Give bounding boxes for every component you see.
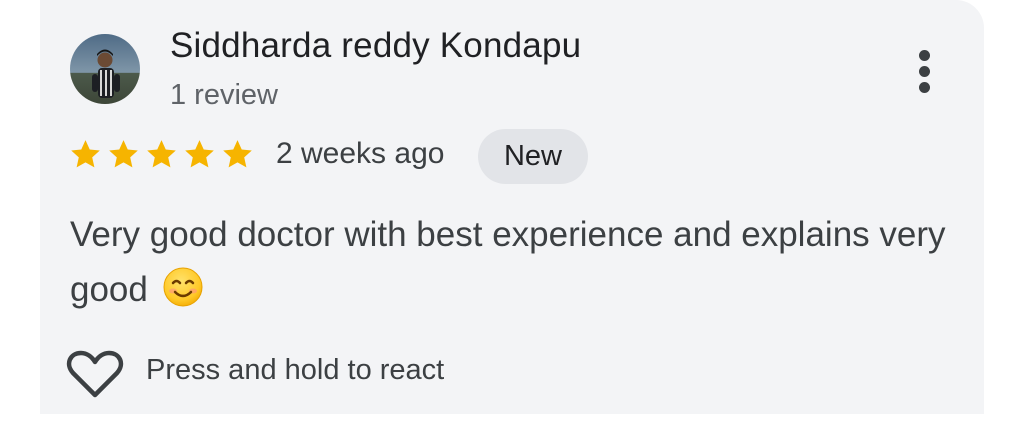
review-text: Very good doctor with best experience an… xyxy=(70,207,960,324)
more-vert-icon-dot-middle xyxy=(919,66,930,77)
star-icon xyxy=(185,140,214,168)
avatar-photo xyxy=(70,34,140,104)
reviewer-avatar[interactable] xyxy=(70,34,140,104)
react-hint: Press and hold to react xyxy=(146,354,445,386)
reviewer-review-count: 1 review xyxy=(170,79,278,111)
more-options-button[interactable] xyxy=(905,46,945,96)
more-vert-icon-dot-bottom xyxy=(919,82,930,93)
star-icon xyxy=(147,140,176,168)
smiling-face-icon xyxy=(162,266,204,324)
rating-stars xyxy=(68,136,255,176)
new-badge: New xyxy=(478,129,588,184)
heart-outline-icon[interactable] xyxy=(66,350,124,400)
review-date: 2 weeks ago xyxy=(276,137,445,170)
reviewer-name[interactable]: Siddharda reddy Kondapu xyxy=(170,26,581,66)
star-icon xyxy=(71,140,100,168)
more-vert-icon-dot-top xyxy=(919,50,930,61)
star-icon xyxy=(223,140,252,168)
star-icon xyxy=(109,140,138,168)
